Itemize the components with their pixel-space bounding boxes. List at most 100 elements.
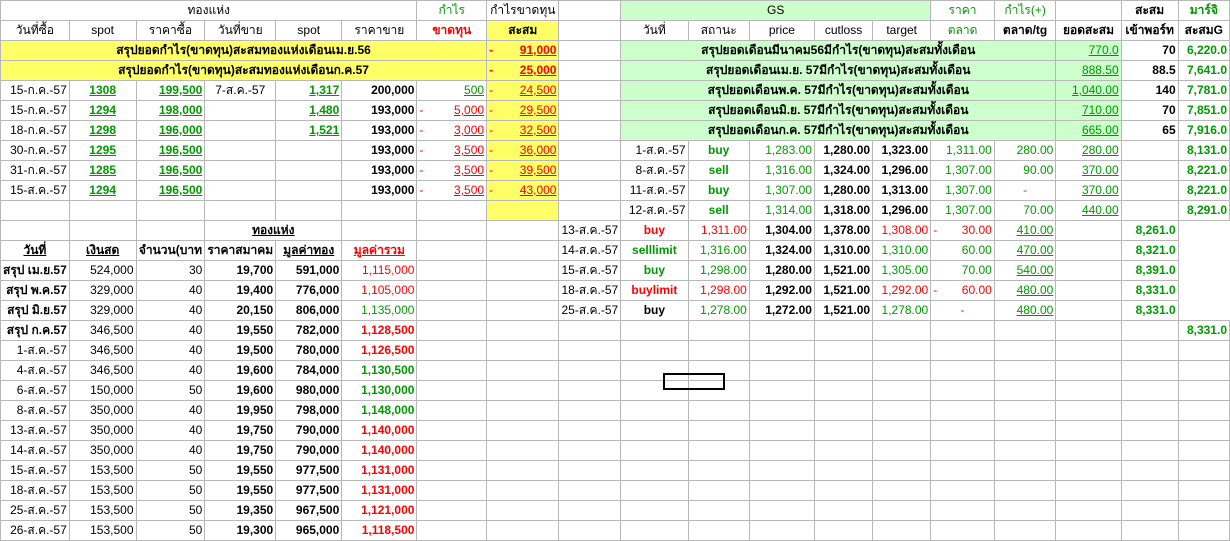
bar-row-qty[interactable]: 40 [135, 300, 206, 321]
gs-summary-value[interactable]: 888.50 [1055, 60, 1122, 81]
bar-row-date[interactable]: 13-ส.ค.-57 [0, 420, 70, 441]
gs-market[interactable]: 1,311.00 [930, 140, 995, 161]
empty-cell[interactable] [748, 460, 815, 481]
empty-cell[interactable] [748, 420, 815, 441]
trade-cum[interactable]: -32,500 [486, 120, 560, 141]
bar-row-total[interactable]: 1,148,000 [341, 400, 418, 421]
gs-date[interactable]: 1-ส.ค.-57 [620, 140, 689, 161]
bar-row-date[interactable]: 26-ส.ค.-57 [0, 520, 70, 541]
bar-row-qty[interactable]: 50 [135, 380, 206, 401]
header-price[interactable]: ราคา [930, 0, 995, 21]
gs-summary-port[interactable]: 65 [1120, 120, 1179, 141]
empty-cell[interactable] [993, 480, 1057, 501]
trade-cum[interactable]: -43,000 [486, 180, 560, 201]
empty-cell[interactable] [68, 200, 137, 221]
empty-cell[interactable] [558, 20, 622, 41]
trade-buy[interactable]: 196,500 [135, 180, 206, 201]
gs-summary-label[interactable]: สรุปยอดเดือนเม.ย. 57มีกำไร(ขาดทุน)สะสมทั… [620, 60, 1057, 81]
bar-row-price[interactable]: 19,550 [204, 320, 277, 341]
gs-price[interactable]: 1,278.00 [687, 300, 750, 321]
bar-row-value[interactable]: 806,000 [275, 300, 343, 321]
gs-target[interactable]: 1,521.00 [813, 280, 874, 301]
left-summary-label[interactable]: สรุปยอดกำไร(ขาดทุน)สะสมทองแห่งเดือนเม.ย.… [0, 40, 488, 61]
gs-summary-port[interactable]: 88.5 [1120, 60, 1179, 81]
header-sell_date[interactable]: วันที่ขาย [204, 20, 277, 41]
empty-cell[interactable] [1055, 460, 1122, 481]
trade-sell[interactable]: 193,000 [341, 140, 418, 161]
gs-summary-value[interactable]: 770.0 [1055, 40, 1122, 61]
trade-pl[interactable]: -3,500 [416, 140, 488, 161]
gs-status[interactable]: buylimit [620, 280, 689, 301]
empty-cell[interactable] [993, 380, 1057, 401]
empty-cell[interactable] [813, 500, 874, 521]
trade-sell-date[interactable]: 7-ส.ค.-57 [204, 80, 277, 101]
bar-row-price[interactable]: 19,500 [204, 340, 277, 361]
empty-cell[interactable] [687, 460, 750, 481]
empty-cell[interactable] [1055, 0, 1122, 21]
trade-buy[interactable]: 196,500 [135, 160, 206, 181]
empty-cell[interactable] [813, 480, 874, 501]
empty-cell[interactable] [620, 480, 689, 501]
trade-date[interactable]: 15-ส.ค.-57 [0, 180, 70, 201]
gs-market-tg[interactable]: 280.00 [993, 140, 1057, 161]
empty-cell[interactable] [416, 260, 488, 281]
gs-status[interactable]: buy [620, 260, 689, 281]
empty-cell[interactable] [930, 500, 995, 521]
empty-cell[interactable] [558, 460, 622, 481]
bar-row-qty[interactable]: 40 [135, 420, 206, 441]
bar-row-value[interactable]: 965,000 [275, 520, 343, 541]
gs-summary-label[interactable]: สรุปยอดเดือนมิ.ย. 57มีกำไร(ขาดทุน)สะสมทั… [620, 100, 1057, 121]
empty-cell[interactable] [1055, 380, 1122, 401]
bar-row-value[interactable]: 790,000 [275, 420, 343, 441]
bar-row-value[interactable]: 782,000 [275, 320, 343, 341]
empty-cell[interactable] [0, 220, 70, 241]
empty-cell[interactable] [1120, 200, 1179, 221]
empty-cell[interactable] [1055, 420, 1122, 441]
bar-row-cash[interactable]: 350,000 [68, 420, 137, 441]
bar-row-total[interactable]: 1,140,000 [341, 420, 418, 441]
gs-date[interactable]: 25-ส.ค.-57 [558, 300, 622, 321]
empty-cell[interactable] [341, 220, 418, 241]
empty-cell[interactable] [416, 200, 488, 221]
empty-cell[interactable] [930, 520, 995, 541]
gs-target[interactable]: 1,521.00 [813, 260, 874, 281]
bar-row-price[interactable]: 19,600 [204, 360, 277, 381]
empty-cell[interactable] [872, 480, 932, 501]
bar-value[interactable]: มูลค่าทอง [275, 240, 343, 261]
empty-cell[interactable] [1055, 260, 1122, 281]
empty-cell[interactable] [930, 360, 995, 381]
gs-status[interactable]: buy [687, 140, 750, 161]
empty-cell[interactable] [872, 320, 932, 341]
gs-price[interactable]: 1,298.00 [687, 280, 750, 301]
gs-market[interactable]: 1,310.00 [872, 240, 932, 261]
bar-row-total[interactable]: 1,118,500 [341, 520, 418, 541]
empty-cell[interactable] [813, 420, 874, 441]
empty-cell[interactable] [620, 440, 689, 461]
bar-assoc[interactable]: ราคาสมาคม [204, 240, 277, 261]
empty-cell[interactable] [558, 480, 622, 501]
gs-cutloss[interactable]: 1,324.00 [748, 240, 815, 261]
empty-cell[interactable] [341, 200, 418, 221]
header-ports[interactable]: เข้าพอร์ท [1120, 20, 1179, 41]
bar-row-cash[interactable]: 153,500 [68, 480, 137, 501]
trade-buy[interactable]: 199,500 [135, 80, 206, 101]
trade-sell-date[interactable] [204, 160, 277, 181]
gs-market-tg[interactable]: 70.00 [993, 200, 1057, 221]
gs-market[interactable]: 1,308.00 [872, 220, 932, 241]
empty-cell[interactable] [135, 220, 206, 241]
gs-market-tg[interactable]: 70.00 [930, 260, 995, 281]
empty-cell[interactable] [416, 400, 488, 421]
empty-cell[interactable] [1120, 320, 1179, 341]
trade-sell[interactable]: 193,000 [341, 120, 418, 141]
bar-row-date[interactable]: 6-ส.ค.-57 [0, 380, 70, 401]
gs-market[interactable]: 1,307.00 [930, 200, 995, 221]
gs-cum[interactable]: 440.00 [1055, 200, 1122, 221]
trade-date[interactable]: 15-ก.ค.-57 [0, 100, 70, 121]
empty-cell[interactable] [1120, 520, 1179, 541]
gs-status[interactable]: buy [687, 180, 750, 201]
empty-cell[interactable] [620, 340, 689, 361]
gs-summary-value[interactable]: 1,040.00 [1055, 80, 1122, 101]
bar-row-value[interactable]: 798,000 [275, 400, 343, 421]
gs-summary-label[interactable]: สรุปยอดเดือนมีนาคม56มีกำไร(ขาดทุน)สะสมทั… [620, 40, 1057, 61]
gs-market-tg[interactable]: -60.00 [930, 280, 995, 301]
